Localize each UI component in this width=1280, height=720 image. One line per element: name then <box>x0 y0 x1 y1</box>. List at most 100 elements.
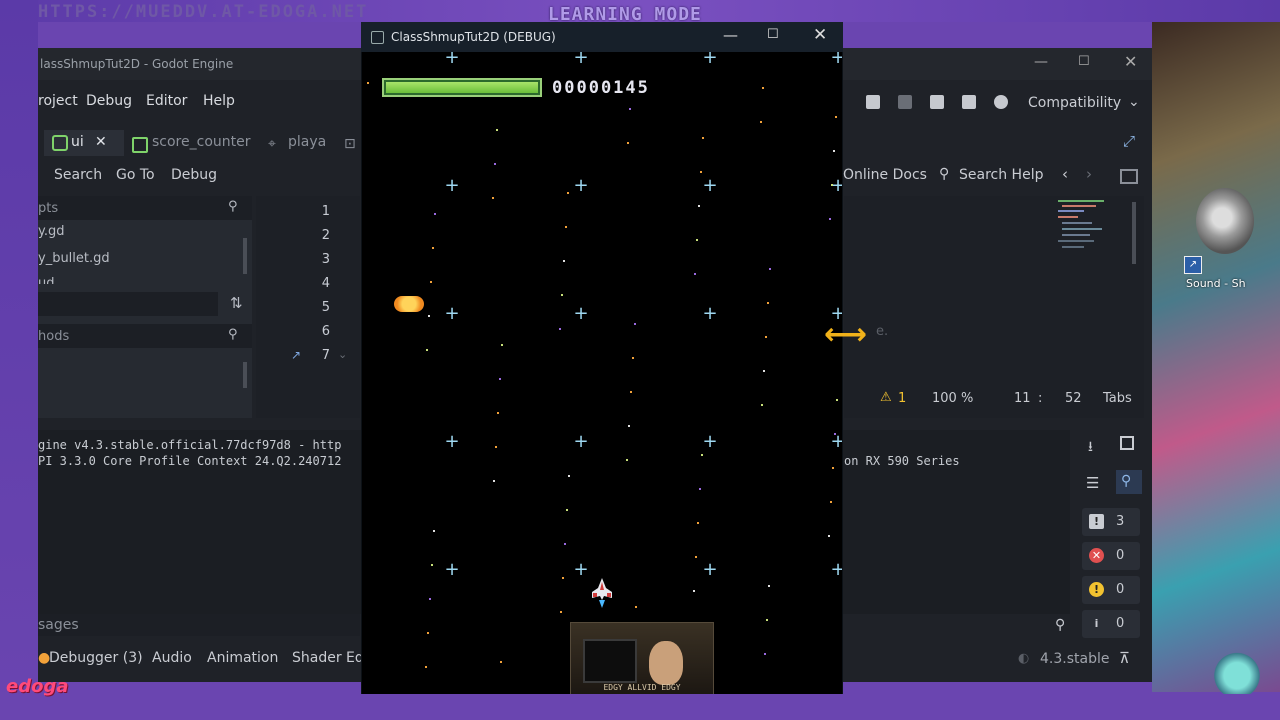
star-dot <box>769 268 771 270</box>
editor-title: lassShmupTut2D - Godot Engine <box>40 57 234 71</box>
game-viewport[interactable]: + + + + + + + + + + + + + + + + + + + + 00000145 EDGY ALLVI… <box>362 52 842 694</box>
copy-icon[interactable] <box>1120 436 1134 450</box>
search-icon[interactable]: ⚲ <box>1055 617 1065 633</box>
star-dot <box>426 349 428 351</box>
health-bar-fill <box>386 82 538 93</box>
search-icon[interactable]: ⚲ <box>1121 473 1131 489</box>
fold-icon[interactable]: ⌄ <box>338 348 347 361</box>
star: + <box>830 175 842 196</box>
star-dot <box>629 108 631 110</box>
menu-help[interactable]: Help <box>203 93 235 109</box>
maximize-icon[interactable]: ☐ <box>767 27 779 42</box>
panel-toggle-icon[interactable] <box>1120 169 1138 184</box>
clear-output-icon[interactable]: ⭳ <box>1088 436 1093 460</box>
star-dot <box>565 226 567 228</box>
close-tab-icon[interactable]: ✕ <box>95 134 107 150</box>
zoom-level[interactable]: 100 % <box>932 391 973 406</box>
star-dot <box>429 598 431 600</box>
sort-icon[interactable]: ⇅ <box>230 294 243 312</box>
maximize-icon[interactable]: ☐ <box>1078 54 1090 69</box>
line-number: 1 <box>321 204 330 219</box>
star-dot <box>829 218 831 220</box>
bottom-panel-pin-icon[interactable]: ⊼ <box>1119 649 1130 667</box>
settings-icon[interactable] <box>994 95 1008 109</box>
search-help-icon: ⚲ <box>939 166 950 182</box>
message-counter[interactable]: ! 3 <box>1082 508 1140 536</box>
tab-shader-editor[interactable]: Shader Ed <box>292 650 364 666</box>
tab-audio[interactable]: Audio <box>152 650 192 666</box>
star-dot <box>694 273 696 275</box>
star: + <box>573 431 589 452</box>
star-dot <box>563 260 565 262</box>
error-count: 0 <box>1116 548 1125 563</box>
star-dot <box>767 302 769 304</box>
warning-count: 0 <box>1116 582 1125 597</box>
star-dot <box>627 142 629 144</box>
star-dot <box>764 653 766 655</box>
tab-playa[interactable]: playa <box>288 134 326 150</box>
remote-debug-icon[interactable] <box>898 95 912 109</box>
star-dot <box>831 184 833 186</box>
line-number: 3 <box>321 252 330 267</box>
star-dot <box>428 315 430 317</box>
menu-debug[interactable]: Debug <box>86 93 132 109</box>
chevron-left-icon[interactable]: ‹ <box>1062 165 1068 183</box>
minimize-icon[interactable]: — <box>1034 54 1048 70</box>
clapper-icon[interactable] <box>962 95 976 109</box>
filter-scroll-input[interactable] <box>38 292 218 316</box>
tab-label-ui[interactable]: ui <box>71 134 84 150</box>
shortcut-icon[interactable]: ↗ <box>1184 256 1202 274</box>
star: + <box>444 559 460 580</box>
edoga-logo: edoga <box>6 676 69 697</box>
star-dot <box>431 564 433 566</box>
stop-icon[interactable] <box>866 95 880 109</box>
star-dot <box>635 606 637 608</box>
star-dot <box>836 399 838 401</box>
script-list-item[interactable]: y.gd <box>38 224 64 239</box>
menu-project[interactable]: roject <box>38 93 78 109</box>
search-help-button[interactable]: Search Help <box>959 167 1043 183</box>
filter-scripts-input[interactable] <box>38 196 252 220</box>
game-debug-window[interactable]: ClassShmupTut2D (DEBUG) — ☐ ✕ + + + + + + + + + +… <box>361 22 843 694</box>
filter-messages-input[interactable] <box>38 614 360 636</box>
warning-counter[interactable]: ! 0 <box>1082 576 1140 604</box>
chevron-down-icon[interactable]: ⌄ <box>1128 94 1140 110</box>
code-minimap[interactable] <box>1056 198 1132 258</box>
chevron-right-icon[interactable]: › <box>1086 165 1092 183</box>
online-docs-link[interactable]: Online Docs <box>843 167 927 183</box>
star-dot <box>434 213 436 215</box>
indent-mode[interactable]: Tabs <box>1103 391 1132 406</box>
error-counter[interactable]: ✕ 0 <box>1082 542 1140 570</box>
distraction-free-icon[interactable]: ⤢ <box>1123 132 1135 150</box>
tab-debugger[interactable]: Debugger (3) <box>49 650 143 666</box>
line-number: 2 <box>321 228 330 243</box>
tab-animation[interactable]: Animation <box>207 650 278 666</box>
overlay-url-text: HTTPS://MUEDDV.AT-EDOGA.NET <box>38 2 369 22</box>
script-list-item[interactable]: y_bullet.gd <box>38 251 110 266</box>
scrollbar[interactable] <box>243 238 247 274</box>
wrap-icon[interactable]: ☰ <box>1086 474 1099 492</box>
close-icon[interactable]: ✕ <box>1124 52 1137 71</box>
menu-goto[interactable]: Go To <box>116 167 155 183</box>
line-number: 7 <box>321 348 330 363</box>
scrollbar[interactable] <box>243 362 247 388</box>
minimize-icon[interactable]: — <box>723 26 738 44</box>
star-dot <box>628 425 630 427</box>
close-icon[interactable]: ✕ <box>813 25 827 45</box>
scrollbar[interactable] <box>1132 202 1136 264</box>
star-dot <box>559 328 561 330</box>
menu-editor[interactable]: Editor <box>146 93 187 109</box>
filter-methods-input[interactable] <box>38 324 252 348</box>
script-list-item[interactable]: ud <box>38 276 55 284</box>
renderer-select[interactable]: Compatibility <box>1028 95 1121 111</box>
desktop-icon-label[interactable]: Sound - Sh <box>1186 277 1246 290</box>
warning-icon[interactable]: ⚠ <box>880 390 892 405</box>
star-dot <box>702 137 704 139</box>
menu-search[interactable]: Search <box>54 167 102 183</box>
info-counter[interactable]: i 0 <box>1082 610 1140 638</box>
tab-score-counter[interactable]: score_counter <box>152 134 251 150</box>
movie-icon[interactable] <box>930 95 944 109</box>
menu-script-debug[interactable]: Debug <box>171 167 217 183</box>
game-title-bar[interactable]: ClassShmupTut2D (DEBUG) — ☐ ✕ <box>361 22 843 52</box>
warning-count[interactable]: 1 <box>898 391 906 406</box>
